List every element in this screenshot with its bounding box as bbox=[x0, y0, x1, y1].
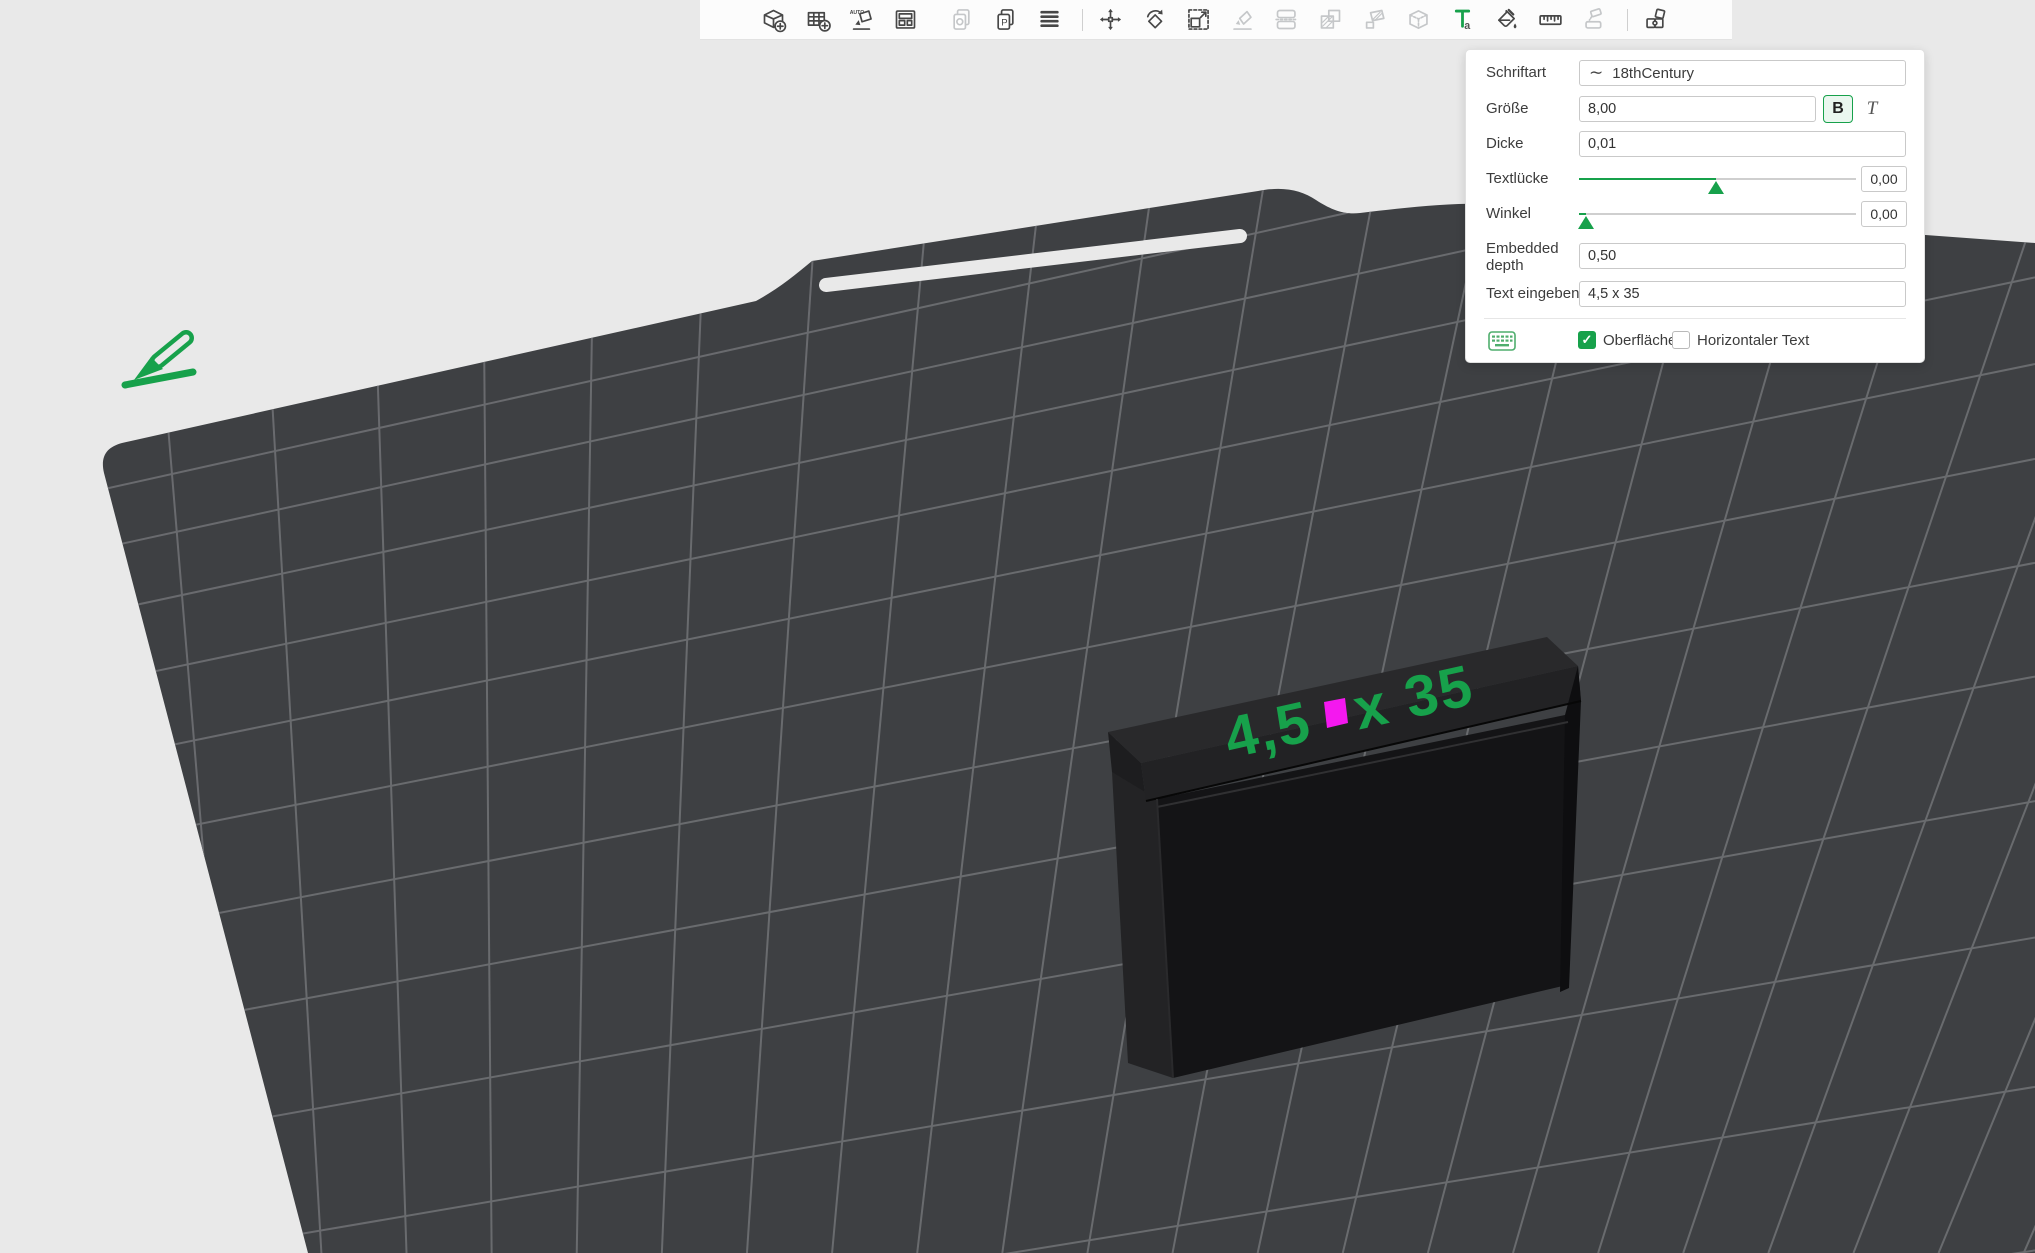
auto-orient-icon: AUTO bbox=[849, 10, 872, 30]
embedded-depth-label: Embedded depth bbox=[1486, 240, 1559, 274]
toolbar-copy-button[interactable] bbox=[946, 5, 976, 35]
horizontal-text-checkbox-row[interactable]: Horizontaler Text bbox=[1672, 331, 1809, 349]
paste-icon: P bbox=[996, 9, 1014, 30]
font-label: Schriftart bbox=[1486, 64, 1547, 81]
thickness-label: Dicke bbox=[1486, 135, 1524, 152]
assembly-icon bbox=[1584, 8, 1602, 29]
scale-icon bbox=[1187, 9, 1209, 30]
arrange-icon bbox=[895, 10, 915, 29]
mesh-edit-icon bbox=[1408, 9, 1428, 30]
seam-paint-icon bbox=[1365, 9, 1385, 29]
toolbar-measure-button[interactable] bbox=[1535, 5, 1565, 35]
toolbar-arrange-button[interactable] bbox=[890, 5, 920, 35]
text-entry-input[interactable] bbox=[1579, 281, 1906, 307]
plugin-icon bbox=[1645, 8, 1665, 29]
surface-checkbox-label: Oberfläche bbox=[1603, 331, 1677, 349]
measure-icon bbox=[1538, 15, 1562, 26]
application-window: Bambu Textured PEI P 4,5 x 35 bbox=[0, 0, 2035, 1253]
toolbar-color-paint-button[interactable] bbox=[1491, 5, 1521, 35]
cut-icon bbox=[1274, 9, 1298, 30]
horizontal-text-checkbox-label: Horizontaler Text bbox=[1697, 331, 1810, 349]
toolbar-move-button[interactable] bbox=[1095, 5, 1125, 35]
toolbar-add-object-button[interactable] bbox=[758, 5, 788, 35]
horizontal-text-checkbox[interactable] bbox=[1672, 331, 1690, 349]
font-select-value: 18thCentury bbox=[1612, 64, 1694, 82]
angle-slider-handle[interactable] bbox=[1578, 216, 1594, 229]
toolbar-text-tool-button[interactable]: a bbox=[1447, 5, 1477, 35]
toolbar-auto-orient-button[interactable]: AUTO bbox=[846, 5, 876, 35]
text-cursor-cube[interactable] bbox=[1324, 698, 1348, 728]
toolbar-mesh-edit-button[interactable] bbox=[1403, 5, 1433, 35]
bold-button[interactable]: B bbox=[1823, 95, 1853, 123]
svg-text:a: a bbox=[1464, 20, 1470, 32]
toolbar-scale-button[interactable] bbox=[1183, 5, 1213, 35]
toolbar-divider bbox=[1082, 8, 1083, 31]
toolbar-paste-button[interactable]: P bbox=[990, 5, 1020, 35]
lay-flat-icon bbox=[1232, 10, 1252, 30]
font-preview-squiggle: ∼ bbox=[1589, 63, 1604, 82]
toolbar-assembly-button[interactable] bbox=[1579, 5, 1609, 35]
size-label: Größe bbox=[1486, 100, 1529, 117]
toolbar-layers-button[interactable] bbox=[1034, 5, 1064, 35]
toolbar-support-paint-button[interactable] bbox=[1315, 5, 1345, 35]
main-toolbar: AUTO Pa bbox=[700, 0, 1732, 40]
panel-divider bbox=[1484, 318, 1906, 319]
font-select[interactable]: ∼ 18thCentury bbox=[1579, 60, 1906, 86]
copy-icon bbox=[952, 9, 970, 30]
angle-slider-fill bbox=[1579, 213, 1586, 215]
toolbar-add-plate-button[interactable] bbox=[802, 5, 832, 35]
text-gap-slider-fill bbox=[1579, 178, 1716, 180]
color-paint-icon bbox=[1497, 8, 1516, 29]
toolbar-plugin-button[interactable] bbox=[1640, 5, 1670, 35]
text-tool-panel: Schriftart ∼ 18thCentury Größe B T Dicke… bbox=[1465, 49, 1925, 363]
text-gap-value[interactable] bbox=[1861, 166, 1907, 192]
svg-text:P: P bbox=[1001, 18, 1007, 29]
size-input[interactable] bbox=[1579, 96, 1816, 122]
text-tool-icon: a bbox=[1454, 9, 1470, 32]
keyboard-button[interactable] bbox=[1488, 331, 1516, 354]
italic-button[interactable]: T bbox=[1859, 95, 1885, 123]
keyboard-icon bbox=[1488, 331, 1516, 351]
angle-value[interactable] bbox=[1861, 201, 1907, 227]
toolbar-seam-paint-button[interactable] bbox=[1359, 5, 1389, 35]
move-icon bbox=[1099, 8, 1121, 31]
toolbar-divider bbox=[1627, 8, 1628, 31]
add-object-icon bbox=[763, 9, 786, 33]
add-plate-icon bbox=[807, 11, 831, 32]
layers-icon bbox=[1039, 10, 1059, 27]
text-gizmo-pencil-icon bbox=[121, 330, 197, 389]
angle-slider-track[interactable] bbox=[1579, 213, 1856, 215]
toolbar-cut-button[interactable] bbox=[1271, 5, 1301, 35]
text-gap-slider-handle[interactable] bbox=[1708, 181, 1724, 194]
text-entry-label: Text eingeben bbox=[1486, 285, 1580, 302]
text-gap-label: Textlücke bbox=[1486, 170, 1549, 187]
toolbar-rotate-button[interactable] bbox=[1139, 5, 1169, 35]
angle-label: Winkel bbox=[1486, 205, 1532, 222]
surface-checkbox-row[interactable]: ✓ Oberfläche bbox=[1578, 331, 1676, 349]
embedded-depth-input[interactable] bbox=[1579, 243, 1906, 269]
thickness-input[interactable] bbox=[1579, 131, 1906, 157]
toolbar-lay-flat-button[interactable] bbox=[1227, 5, 1257, 35]
surface-checkbox[interactable]: ✓ bbox=[1578, 331, 1596, 349]
support-paint-icon bbox=[1320, 9, 1340, 29]
rotate-icon bbox=[1146, 9, 1163, 29]
